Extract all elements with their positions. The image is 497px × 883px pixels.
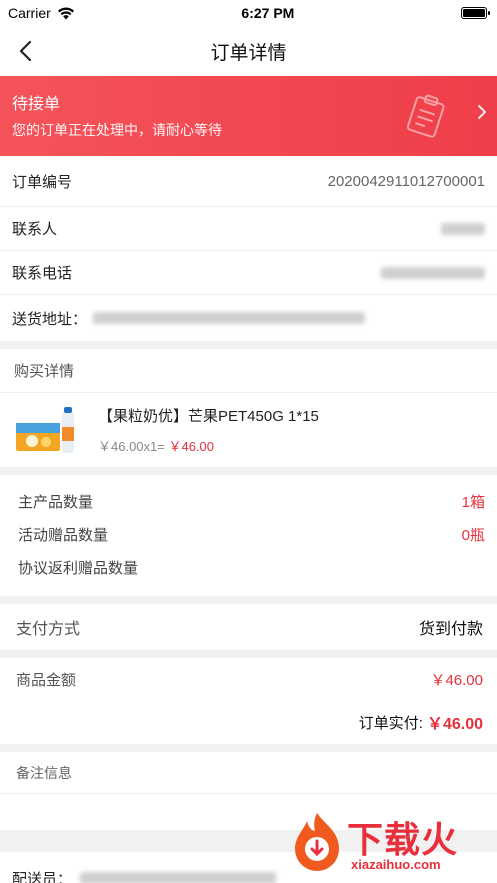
- quantity-section: 主产品数量 1箱 活动赠品数量 0瓶 协议返利赠品数量: [0, 475, 497, 596]
- actual-paid-row: 订单实付: ￥46.00: [0, 700, 497, 744]
- battery-icon: [460, 7, 490, 19]
- nav-bar: 订单详情: [0, 26, 497, 76]
- product-price-calc: ￥46.00x1=: [98, 439, 165, 454]
- rebate-gift-qty-label: 协议返利赠品数量: [18, 560, 139, 577]
- page-title: 订单详情: [210, 42, 287, 64]
- payment-method-label: 支付方式: [16, 621, 81, 638]
- order-number-value: 2020042911012700001: [327, 172, 485, 190]
- phone-value-redacted: [381, 266, 485, 279]
- carrier-label: Carrier: [8, 5, 51, 21]
- chevron-left-icon: [19, 40, 32, 62]
- product-price: ￥46.00x1= ￥46.00: [98, 436, 319, 455]
- contact-value-redacted: [441, 222, 485, 235]
- order-number-row: 订单编号 2020042911012700001: [0, 156, 497, 207]
- phone-row: 联系电话: [0, 251, 497, 295]
- purchase-section: 购买详情 【果粒奶优】芒果PET450G 1*15 ￥46.00x1= ￥46.…: [0, 349, 497, 467]
- promo-gift-qty-label: 活动赠品数量: [18, 527, 109, 544]
- product-image: [14, 405, 84, 455]
- product-name: 【果粒奶优】芒果PET450G 1*15: [98, 408, 319, 425]
- courier-value-redacted: [80, 872, 277, 883]
- payment-method-row: 支付方式 货到付款: [0, 604, 497, 650]
- promo-gift-qty-row: 活动赠品数量 0瓶: [0, 518, 497, 551]
- contact-row: 联系人: [0, 207, 497, 251]
- phone-label: 联系电话: [12, 265, 73, 282]
- watermark: 下载火 xiazaihuo.com: [289, 807, 489, 877]
- amount-section: 商品金额 ￥46.00 订单实付: ￥46.00: [0, 658, 497, 744]
- promo-gift-qty-value: 0瓶: [461, 527, 485, 544]
- address-row: 送货地址：: [0, 295, 497, 341]
- goods-amount-value: ￥46.00: [430, 671, 483, 689]
- status-bar: Carrier 6:27 PM: [0, 0, 497, 26]
- address-value-redacted: [93, 312, 366, 324]
- payment-method-value: 货到付款: [418, 621, 483, 638]
- chevron-right-icon: [478, 105, 486, 119]
- actual-paid-label: 订单实付:: [358, 714, 423, 732]
- payment-section: 支付方式 货到付款: [0, 604, 497, 650]
- main-product-qty-label: 主产品数量: [18, 494, 94, 511]
- purchase-header: 购买详情: [0, 349, 497, 393]
- contact-label: 联系人: [12, 221, 58, 238]
- rebate-gift-qty-row: 协议返利赠品数量: [0, 551, 497, 584]
- goods-amount-label: 商品金额: [16, 671, 77, 689]
- order-status-banner[interactable]: 待接单 您的订单正在处理中，请耐心等待: [0, 76, 497, 156]
- courier-label: 配送员：: [12, 870, 73, 883]
- order-info-section: 订单编号 2020042911012700001 联系人 联系电话 送货地址：: [0, 156, 497, 341]
- order-number-label: 订单编号: [12, 173, 73, 191]
- watermark-brand: 下载火: [347, 820, 459, 861]
- product-price-total: ￥46.00: [168, 439, 215, 454]
- wifi-icon: [57, 7, 74, 19]
- flame-logo-icon: [295, 813, 339, 871]
- address-label: 送货地址：: [12, 310, 88, 328]
- back-button[interactable]: [12, 38, 38, 64]
- goods-amount-row: 商品金额 ￥46.00: [0, 658, 497, 700]
- clipboard-icon: [406, 94, 445, 138]
- main-product-qty-value: 1箱: [461, 494, 485, 511]
- status-time: 6:27 PM: [241, 5, 295, 21]
- watermark-url: xiazaihuo.com: [351, 857, 441, 872]
- product-item[interactable]: 【果粒奶优】芒果PET450G 1*15 ￥46.00x1= ￥46.00: [0, 393, 497, 467]
- main-product-qty-row: 主产品数量 1箱: [0, 485, 497, 518]
- actual-paid-value: ￥46.00: [426, 716, 483, 733]
- remark-header: 备注信息: [0, 752, 497, 794]
